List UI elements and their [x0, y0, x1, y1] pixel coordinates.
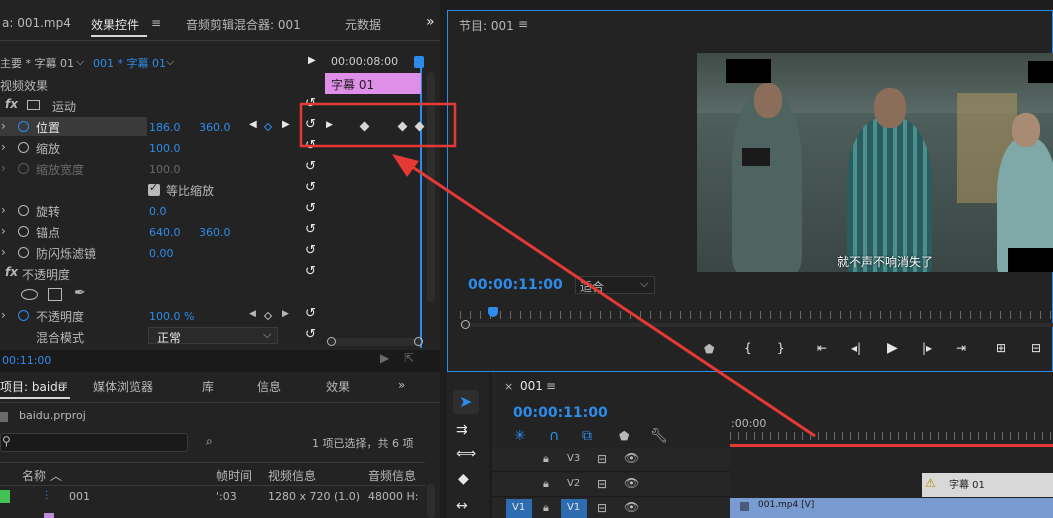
annotation-arrow-line [404, 160, 816, 438]
annotation-overlay [299, 102, 816, 438]
highlight-box [299, 102, 457, 148]
annotation-arrowhead [392, 154, 419, 177]
